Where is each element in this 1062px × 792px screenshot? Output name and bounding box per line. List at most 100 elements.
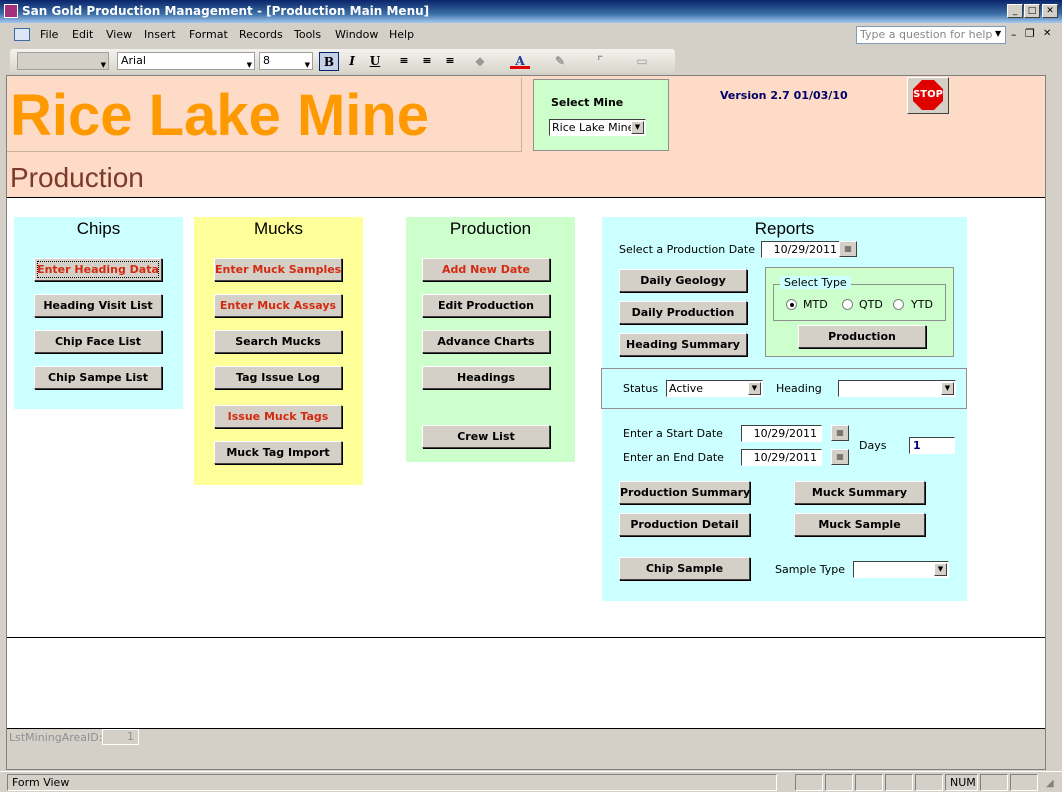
headings-button[interactable]: Headings (422, 366, 550, 389)
advance-charts-button[interactable]: Advance Charts (422, 330, 550, 353)
muck-sample-button[interactable]: Muck Sample (794, 513, 925, 536)
menu-format[interactable]: Format (189, 28, 228, 41)
line-color-icon[interactable]: ✎ (550, 52, 570, 71)
sample-type-dropdown[interactable]: ▼ (853, 561, 949, 578)
select-mine-dropdown[interactable]: Rice Lake Mine ▼ (549, 119, 646, 136)
enter-muck-assays-button[interactable]: Enter Muck Assays (214, 294, 342, 317)
bold-button[interactable]: B (319, 52, 339, 71)
end-date-label: Enter an End Date (623, 451, 724, 464)
status-num: NUM (945, 774, 978, 791)
help-search-input[interactable]: Type a question for help (856, 26, 1006, 44)
status-mode: Form View (7, 774, 777, 791)
resize-grip-icon[interactable]: ◢ (1046, 778, 1054, 789)
help-dropdown-icon[interactable]: ▼ (995, 29, 1001, 38)
menu-records[interactable]: Records (239, 28, 283, 41)
font-size-combo[interactable]: 8 ▼ (259, 52, 313, 70)
status-label: Status (623, 382, 659, 395)
days-input[interactable]: 1 (909, 437, 955, 454)
border-icon[interactable]: ⌜ (590, 52, 610, 71)
object-combo[interactable]: ▼ (17, 52, 109, 70)
align-center-icon[interactable]: ≡ (417, 52, 437, 71)
chips-title: Chips (76, 219, 121, 238)
heading-visit-list-button[interactable]: Heading Visit List (34, 294, 162, 317)
sample-type-label: Sample Type (775, 563, 846, 576)
status-cell (855, 774, 883, 791)
chevron-down-icon[interactable]: ▼ (934, 563, 947, 576)
production-report-button[interactable]: Production (798, 325, 926, 348)
production-detail-button[interactable]: Production Detail (619, 513, 750, 536)
italic-button[interactable]: I (342, 52, 362, 71)
chevron-down-icon[interactable]: ▼ (631, 121, 644, 134)
maximize-button[interactable]: □ (1024, 4, 1040, 18)
status-cell (1010, 774, 1038, 791)
radio-mtd[interactable] (786, 299, 797, 310)
stop-sign-icon: STOP (913, 80, 943, 110)
mucks-panel: Mucks Enter Muck Samples Enter Muck Assa… (194, 217, 363, 485)
status-dropdown[interactable]: Active ▼ (666, 380, 763, 397)
heading-label: Heading (776, 382, 822, 395)
doc-restore-button[interactable]: ❐ (1025, 27, 1035, 40)
chevron-down-icon[interactable]: ▼ (748, 382, 761, 395)
reports-panel: Reports Select a Production Date 10/29/2… (601, 217, 967, 601)
menu-window[interactable]: Window (335, 28, 378, 41)
form-icon[interactable] (14, 28, 30, 41)
production-panel: Production Add New Date Edit Production … (406, 217, 575, 462)
chip-sample-list-button[interactable]: Chip Sampe List (34, 366, 162, 389)
align-left-icon[interactable]: ≡ (394, 52, 414, 71)
special-effect-icon[interactable]: ▭ (632, 52, 652, 71)
detail-divider (7, 637, 1045, 638)
edit-production-button[interactable]: Edit Production (422, 294, 550, 317)
menu-file[interactable]: File (40, 28, 58, 41)
daily-geology-button[interactable]: Daily Geology (619, 269, 747, 292)
chip-face-list-button[interactable]: Chip Face List (34, 330, 162, 353)
status-cell (825, 774, 853, 791)
doc-minimize-button[interactable]: – (1011, 28, 1017, 41)
end-date-input[interactable]: 10/29/2011 (741, 449, 822, 466)
underline-button[interactable]: U (365, 52, 385, 71)
heading-summary-button[interactable]: Heading Summary (619, 333, 747, 356)
fill-color-icon[interactable]: ◆ (470, 52, 490, 71)
muck-tag-import-button[interactable]: Muck Tag Import (214, 441, 342, 464)
calendar-icon[interactable]: ▦ (831, 425, 849, 441)
crew-list-button[interactable]: Crew List (422, 425, 550, 448)
menu-view[interactable]: View (106, 28, 132, 41)
font-combo[interactable]: Arial ▼ (117, 52, 255, 70)
muck-summary-button[interactable]: Muck Summary (794, 481, 925, 504)
select-mine-panel: Select Mine Rice Lake Mine ▼ (533, 79, 669, 151)
version-label: Version 2.7 01/03/10 (720, 89, 848, 102)
production-summary-button[interactable]: Production Summary (619, 481, 750, 504)
radio-qtd[interactable] (842, 299, 853, 310)
enter-muck-samples-button[interactable]: Enter Muck Samples (214, 258, 342, 281)
start-date-input[interactable]: 10/29/2011 (741, 425, 822, 442)
menu-tools[interactable]: Tools (294, 28, 321, 41)
enter-heading-data-button[interactable]: Enter Heading Data (34, 258, 162, 281)
font-color-button[interactable]: A (510, 52, 530, 69)
mining-area-field[interactable]: 1 (102, 729, 139, 745)
calendar-icon[interactable]: ▦ (831, 449, 849, 465)
minimize-button[interactable]: _ (1007, 4, 1023, 18)
add-new-date-button[interactable]: Add New Date (422, 258, 550, 281)
mtd-label: MTD (803, 298, 828, 311)
form-footer: LstMiningAreaID: 1 (7, 729, 1045, 769)
production-date-input[interactable]: 10/29/2011 (761, 241, 842, 258)
menu-insert[interactable]: Insert (144, 28, 176, 41)
status-cell (980, 774, 1008, 791)
tag-issue-log-button[interactable]: Tag Issue Log (214, 366, 342, 389)
calendar-icon[interactable]: ▦ (839, 241, 857, 257)
radio-ytd[interactable] (893, 299, 904, 310)
daily-production-button[interactable]: Daily Production (619, 301, 747, 324)
menu-edit[interactable]: Edit (72, 28, 93, 41)
ytd-label: YTD (911, 298, 933, 311)
chevron-down-icon[interactable]: ▼ (941, 382, 954, 395)
menu-help[interactable]: Help (389, 28, 414, 41)
select-mine-label: Select Mine (551, 96, 624, 109)
search-mucks-button[interactable]: Search Mucks (214, 330, 342, 353)
heading-dropdown[interactable]: ▼ (838, 380, 956, 397)
doc-close-button[interactable]: ✕ (1043, 28, 1051, 39)
stop-button[interactable]: STOP (907, 77, 949, 114)
chip-sample-button[interactable]: Chip Sample (619, 557, 750, 580)
close-button[interactable]: ✕ (1042, 4, 1058, 18)
status-cell (885, 774, 913, 791)
issue-muck-tags-button[interactable]: Issue Muck Tags (214, 405, 342, 428)
align-right-icon[interactable]: ≡ (440, 52, 460, 71)
